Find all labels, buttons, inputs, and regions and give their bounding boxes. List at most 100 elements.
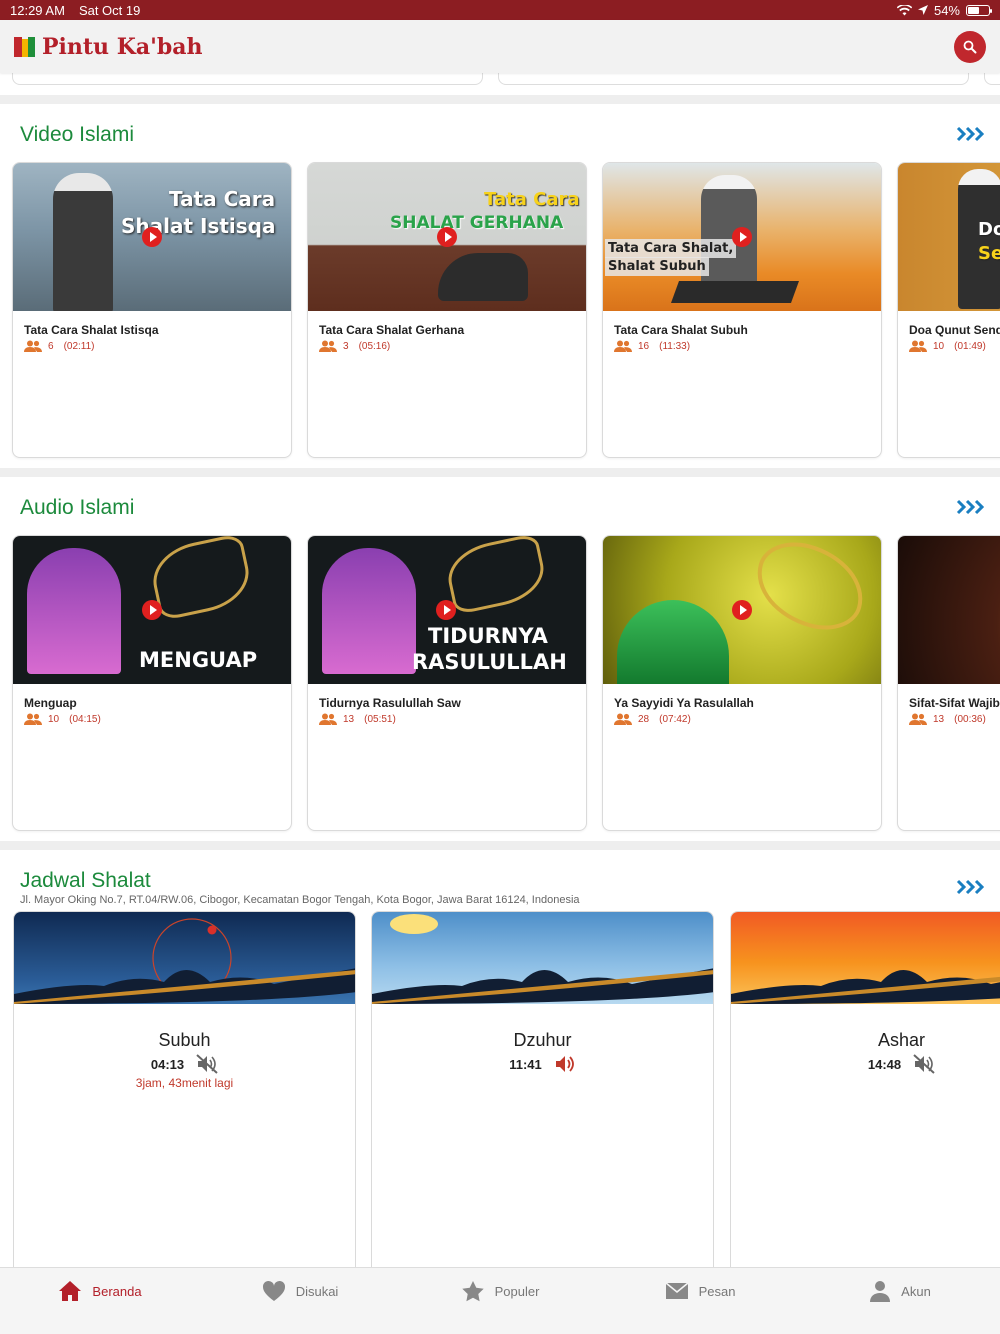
battery-percent: 54% bbox=[933, 2, 960, 18]
play-icon bbox=[436, 600, 456, 620]
viewers-icon bbox=[614, 713, 632, 725]
video-section: Video Islami Tata Cara Shalat Istisqa Ta… bbox=[0, 104, 1000, 468]
time-remaining: 3jam, 43menit lagi bbox=[135, 1076, 234, 1090]
video-duration: (11:33) bbox=[659, 340, 691, 352]
video-duration: (02:11) bbox=[63, 340, 95, 352]
video-duration: (01:49) bbox=[954, 340, 986, 352]
jadwal-section: Jadwal Shalat Jl. Mayor Oking No.7, RT.0… bbox=[0, 850, 1000, 1267]
audio-thumbnail bbox=[603, 536, 881, 684]
audio-thumbnail: MENGUAP bbox=[13, 536, 291, 684]
prayer-card-subuh[interactable]: Subuh 04:13 3jam, 43menit lagi bbox=[13, 911, 356, 1267]
tab-label: Akun bbox=[901, 1283, 931, 1299]
see-more-jadwal-icon[interactable] bbox=[956, 879, 984, 895]
video-card[interactable]: Tata Cara Shalat Istisqa Tata Cara Shala… bbox=[12, 162, 292, 458]
video-card[interactable]: Tata Cara SHALAT GERHANA Tata Cara Shala… bbox=[307, 162, 587, 458]
status-bar: 12:29 AM Sat Oct 19 54% bbox=[0, 0, 1000, 20]
bottom-tab-bar: Beranda Disukai Populer Pesan Akun bbox=[0, 1267, 1000, 1314]
video-title: Tata Cara Shalat Gerhana bbox=[319, 323, 465, 337]
viewers-icon bbox=[614, 340, 632, 352]
tab-label: Beranda bbox=[92, 1283, 142, 1299]
viewers-icon bbox=[319, 340, 337, 352]
video-meta: 16 (11:33) bbox=[614, 340, 690, 352]
video-thumbnail: Do Se bbox=[898, 163, 1000, 311]
viewers-icon bbox=[909, 713, 927, 725]
tab-label: Populer bbox=[494, 1283, 540, 1299]
prayer-card-ashar[interactable]: Ashar 14:48 bbox=[730, 911, 1000, 1267]
video-thumb-caption-2: Shalat Subuh bbox=[605, 257, 709, 276]
view-count: 13 bbox=[343, 713, 355, 725]
audio-title: Sifat-Sifat Wajib bbox=[909, 696, 1000, 710]
video-duration: (05:16) bbox=[358, 340, 391, 352]
home-icon bbox=[59, 1281, 82, 1301]
video-thumb-caption-1: Tata Cara bbox=[169, 187, 276, 211]
mail-icon bbox=[665, 1282, 689, 1299]
audio-thumb-caption-2: RASULULLAH bbox=[412, 650, 567, 674]
audio-thumb-caption-1: TIDURNYA bbox=[428, 624, 548, 648]
search-icon bbox=[963, 40, 977, 53]
previous-section-remnant bbox=[0, 73, 1000, 95]
tab-disukai[interactable]: Disukai bbox=[200, 1268, 400, 1314]
audio-meta: 13 (05:51) bbox=[319, 713, 396, 725]
search-button[interactable] bbox=[954, 30, 986, 63]
view-count: 16 bbox=[638, 340, 650, 352]
audio-card[interactable]: TIDURNYA RASULULLAH Tidurnya Rasulullah … bbox=[307, 535, 587, 831]
audio-card[interactable]: Ya Sayyidi Ya Rasulallah 28 (07:42) bbox=[602, 535, 882, 831]
tab-label: Disukai bbox=[295, 1283, 339, 1299]
speaker-on-icon[interactable] bbox=[554, 1054, 576, 1074]
tab-akun[interactable]: Akun bbox=[800, 1268, 1000, 1314]
speaker-muted-icon[interactable] bbox=[913, 1054, 935, 1074]
star-icon bbox=[461, 1281, 484, 1302]
viewers-icon bbox=[24, 340, 42, 352]
app-bar: Pintu Ka'bah bbox=[0, 20, 1000, 73]
prayer-time: 14:48 bbox=[867, 1056, 902, 1072]
audio-duration: (05:51) bbox=[364, 713, 396, 725]
video-thumbnail: Tata Cara Shalat, Shalat Subuh bbox=[603, 163, 881, 311]
video-thumb-caption-1: Tata Cara bbox=[484, 189, 580, 210]
play-icon bbox=[732, 227, 752, 247]
audio-section: Audio Islami MENGUAP Menguap 10 (04:15) … bbox=[0, 477, 1000, 841]
video-card[interactable]: Tata Cara Shalat, Shalat Subuh Tata Cara… bbox=[602, 162, 882, 458]
home-scroll-view[interactable]: Video Islami Tata Cara Shalat Istisqa Ta… bbox=[0, 73, 1000, 1267]
viewers-icon bbox=[909, 340, 927, 352]
audio-card[interactable]: MENGUAP Menguap 10 (04:15) bbox=[12, 535, 292, 831]
home-indicator-area bbox=[0, 1314, 1000, 1334]
speaker-muted-icon[interactable] bbox=[196, 1054, 218, 1074]
audio-title: Tidurnya Rasulullah Saw bbox=[319, 696, 461, 710]
video-title: Tata Cara Shalat Istisqa bbox=[24, 323, 159, 337]
video-meta: 3 (05:16) bbox=[319, 340, 390, 352]
video-card[interactable]: Do Se Doa Qunut Send 10 (01:49) bbox=[897, 162, 1000, 458]
tab-beranda[interactable]: Beranda bbox=[0, 1268, 200, 1314]
audio-meta: 13 (00:36) bbox=[909, 713, 986, 725]
audio-thumbnail: TIDURNYA RASULULLAH bbox=[308, 536, 586, 684]
tab-pesan[interactable]: Pesan bbox=[600, 1268, 800, 1314]
audio-section-title: Audio Islami bbox=[20, 496, 135, 519]
audio-title: Menguap bbox=[24, 696, 77, 710]
viewers-icon bbox=[319, 713, 337, 725]
heart-icon bbox=[262, 1280, 285, 1301]
video-thumb-caption-1: Do bbox=[978, 219, 1000, 240]
audio-duration: (00:36) bbox=[954, 713, 986, 725]
app-logo-icon bbox=[14, 35, 36, 59]
tab-label: Pesan bbox=[698, 1283, 736, 1299]
see-more-audio-icon[interactable] bbox=[956, 499, 984, 515]
app-title: Pintu Ka'bah bbox=[42, 33, 203, 60]
battery-icon bbox=[966, 4, 992, 16]
audio-meta: 10 (04:15) bbox=[24, 713, 101, 725]
location-address: Jl. Mayor Oking No.7, RT.04/RW.06, Cibog… bbox=[20, 894, 580, 906]
view-count: 10 bbox=[933, 340, 945, 352]
video-title: Doa Qunut Send bbox=[909, 323, 1000, 337]
prayer-time: 04:13 bbox=[150, 1056, 185, 1072]
status-date: Sat Oct 19 bbox=[78, 2, 141, 18]
prayer-scene-night bbox=[14, 912, 355, 1004]
video-thumbnail: Tata Cara SHALAT GERHANA bbox=[308, 163, 586, 311]
play-icon bbox=[732, 600, 752, 620]
prayer-card-dzuhur[interactable]: Dzuhur 11:41 bbox=[371, 911, 714, 1267]
view-count: 10 bbox=[48, 713, 60, 725]
viewers-icon bbox=[24, 713, 42, 725]
prayer-name: Subuh bbox=[158, 1030, 211, 1050]
prayer-time: 11:41 bbox=[509, 1056, 542, 1072]
view-count: 13 bbox=[933, 713, 945, 725]
tab-populer[interactable]: Populer bbox=[400, 1268, 600, 1314]
see-more-video-icon[interactable] bbox=[956, 126, 984, 142]
audio-card[interactable]: Sifat-Sifat Wajib 13 (00:36) bbox=[897, 535, 1000, 831]
